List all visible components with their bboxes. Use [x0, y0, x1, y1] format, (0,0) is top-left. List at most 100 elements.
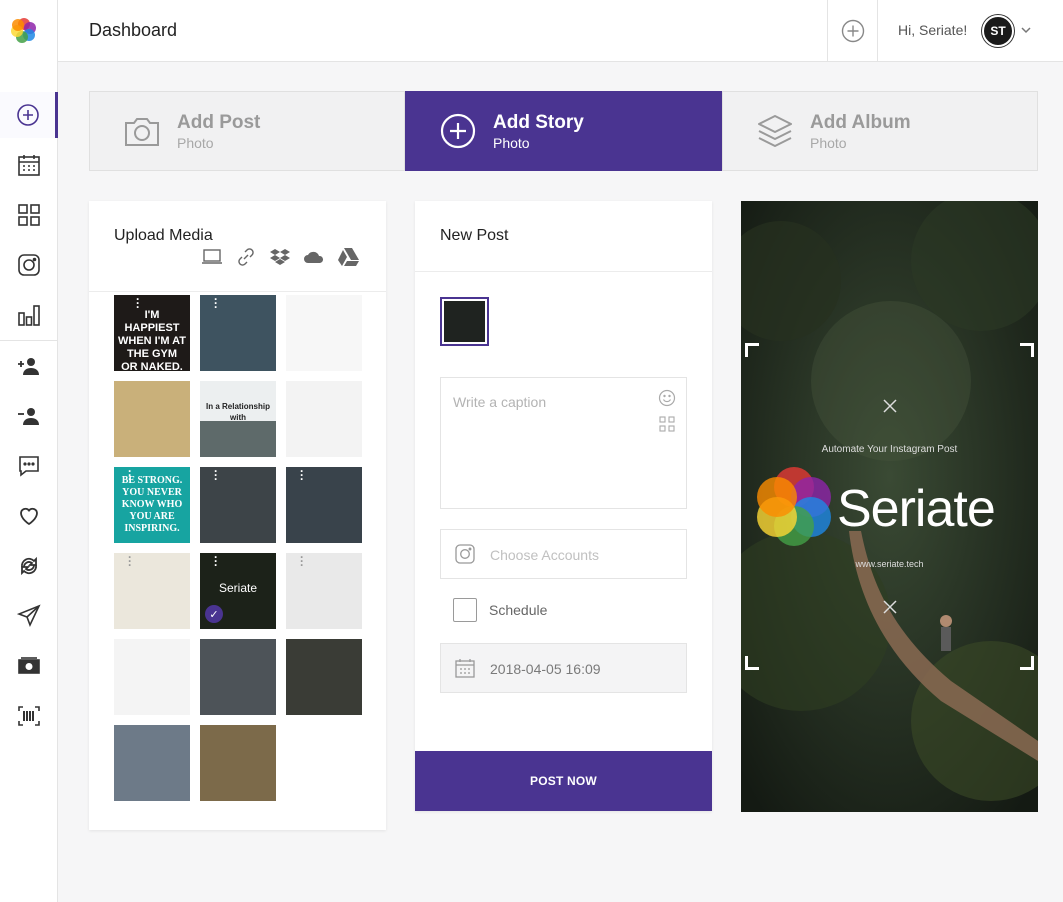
comment-icon — [19, 456, 39, 477]
sidebar-item-add[interactable] — [0, 92, 58, 138]
sidebar-item-likes[interactable] — [0, 493, 58, 539]
tab-title: Add Story — [493, 111, 584, 133]
google-drive-icon[interactable] — [337, 246, 359, 268]
sidebar-item-unfollow[interactable] — [0, 393, 58, 439]
media-thumb[interactable]: · · · — [286, 553, 362, 629]
onedrive-icon[interactable] — [303, 246, 325, 268]
send-icon — [17, 604, 41, 628]
schedule-date-field[interactable]: 2018-04-05 16:09 — [440, 643, 687, 693]
sidebar-divider — [0, 340, 58, 341]
media-thumb[interactable]: I'M HAPPIEST WHEN I'M AT THE GYM OR NAKE… — [114, 295, 190, 371]
thumb-photo — [200, 421, 276, 457]
sidebar-item-instagram[interactable] — [0, 242, 58, 288]
camera-icon — [125, 118, 159, 146]
caption-field[interactable]: Write a caption — [440, 377, 687, 509]
close-icon[interactable] — [882, 398, 898, 414]
grid-icon[interactable] — [659, 416, 675, 432]
crop-corner[interactable] — [745, 656, 759, 670]
plus-circle-icon — [440, 113, 476, 149]
selected-media-thumb[interactable] — [440, 297, 489, 346]
tab-title: Add Post — [177, 111, 261, 133]
media-thumb[interactable] — [286, 639, 362, 715]
sidebar-item-messages[interactable] — [0, 593, 58, 639]
media-thumb[interactable]: · · · — [200, 467, 276, 543]
media-thumb[interactable] — [200, 725, 276, 801]
dropbox-icon[interactable] — [269, 246, 291, 268]
preview-url: www.seriate.tech — [855, 559, 924, 569]
top-header: Dashboard Hi, Seriate! ST — [58, 0, 1063, 62]
crop-corner[interactable] — [1020, 656, 1034, 670]
sidebar-item-analytics[interactable] — [0, 292, 58, 338]
upload-divider — [89, 291, 386, 292]
link-icon[interactable] — [235, 246, 257, 268]
seriate-logo[interactable] — [9, 15, 39, 45]
sidebar-item-repost[interactable] — [0, 543, 58, 589]
more-icon[interactable]: · · · — [128, 467, 132, 485]
laptop-icon[interactable] — [201, 246, 223, 268]
schedule-label: Schedule — [489, 602, 548, 618]
choose-accounts-field[interactable]: Choose Accounts — [440, 529, 687, 579]
chevron-down-icon[interactable] — [1020, 24, 1032, 36]
sidebar-item-grid[interactable] — [0, 192, 58, 238]
schedule-checkbox[interactable] — [453, 598, 477, 622]
sidebar-item-billing[interactable] — [0, 643, 58, 689]
media-thumb[interactable] — [114, 725, 190, 801]
layers-icon — [758, 115, 792, 147]
tab-title: Add Album — [810, 111, 911, 133]
upload-media-panel: Upload Media I'M HAPPIEST WHEN I'M AT TH… — [89, 201, 386, 830]
tab-add-album[interactable]: Add Album Photo — [722, 91, 1038, 171]
media-thumb[interactable] — [114, 381, 190, 457]
sidebar-item-follow[interactable] — [0, 343, 58, 389]
sidebar-item-comments[interactable] — [0, 443, 58, 489]
thumb-text: In a Relationship with — [205, 402, 270, 422]
crop-corner[interactable] — [1020, 343, 1034, 357]
tab-subtitle: Photo — [810, 134, 847, 151]
more-icon[interactable]: · · · — [300, 553, 304, 571]
media-thumb[interactable] — [200, 639, 276, 715]
tab-subtitle: Photo — [493, 134, 530, 151]
post-now-button[interactable]: POST NOW — [415, 751, 712, 811]
more-icon[interactable]: · · · — [214, 295, 218, 313]
media-thumb[interactable]: · · · — [286, 467, 362, 543]
caption-placeholder: Write a caption — [453, 394, 547, 410]
barcode-icon — [18, 706, 40, 726]
more-icon[interactable]: · · · — [136, 295, 140, 313]
more-icon[interactable]: · · · — [300, 467, 304, 485]
media-thumb[interactable]: BE STRONG. YOU NEVER KNOW WHO YOU ARE IN… — [114, 467, 190, 543]
close-icon[interactable] — [882, 599, 898, 615]
sidebar-item-scan[interactable] — [0, 693, 58, 739]
media-thumb[interactable] — [286, 295, 362, 371]
avatar[interactable]: ST — [982, 15, 1014, 47]
media-thumb[interactable]: Seriate · · · ✓ — [200, 553, 276, 629]
new-post-panel: New Post Write a caption Choose Accounts… — [415, 201, 712, 811]
add-user-icon — [18, 358, 39, 375]
emoji-icon[interactable] — [658, 389, 676, 407]
heart-icon — [20, 507, 38, 526]
calendar-icon — [455, 659, 475, 678]
selected-check-icon: ✓ — [205, 605, 223, 623]
crop-corner[interactable] — [745, 343, 759, 357]
header-add-button[interactable] — [827, 0, 878, 62]
sidebar-item-calendar[interactable] — [0, 142, 58, 188]
tab-add-post[interactable]: Add Post Photo — [89, 91, 405, 171]
media-thumb[interactable]: In a Relationship with — [200, 381, 276, 457]
repost-icon — [21, 556, 37, 576]
instagram-icon — [455, 544, 475, 564]
more-icon[interactable]: · · · — [214, 467, 218, 485]
thumb-text: I'M HAPPIEST WHEN I'M AT THE GYM OR NAKE… — [118, 309, 186, 371]
media-thumb[interactable] — [114, 639, 190, 715]
media-thumb[interactable]: · · · — [200, 295, 276, 371]
media-thumb[interactable]: · · · — [114, 553, 190, 629]
more-icon[interactable]: · · · — [128, 553, 132, 571]
user-greeting: Hi, Seriate! — [898, 22, 968, 38]
thumb-text: Seriate — [218, 581, 258, 595]
tab-add-story[interactable]: Add Story Photo — [405, 91, 722, 171]
calendar-icon — [18, 155, 40, 176]
seriate-logo — [757, 467, 831, 546]
media-thumb[interactable] — [286, 381, 362, 457]
more-icon[interactable]: · · · — [214, 553, 218, 571]
upload-title: Upload Media — [114, 227, 213, 244]
money-icon — [18, 657, 40, 674]
add-circle-icon — [16, 104, 39, 126]
grid-icon — [18, 204, 40, 226]
